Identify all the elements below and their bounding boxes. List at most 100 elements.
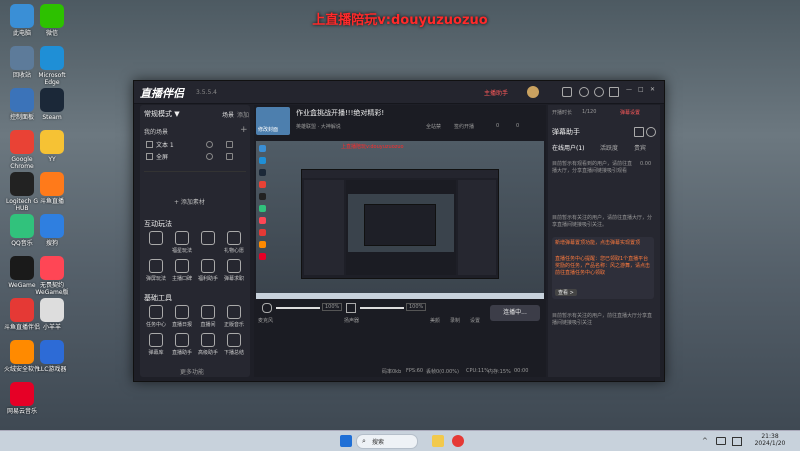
stream-title[interactable]: 作业盒挑战开播!!!绝对精彩!	[296, 108, 384, 118]
desktop-icon[interactable]: 网易云音乐	[2, 382, 42, 415]
tool-label: 正版音乐	[223, 322, 244, 328]
interactive-title: 互动玩法	[144, 220, 172, 228]
tool-item[interactable]	[196, 231, 220, 247]
network-icon[interactable]	[716, 437, 726, 445]
tool-item[interactable]: 直播间	[196, 305, 220, 328]
add-source-button[interactable]: + 添加素材	[174, 197, 205, 206]
mic-value[interactable]: 100%	[322, 303, 343, 311]
scene-item[interactable]: 全屏	[144, 151, 246, 161]
windows-start-icon[interactable]	[340, 435, 352, 447]
tool-item[interactable]: 福利助手	[196, 259, 220, 282]
mute-all[interactable]: 全站禁	[426, 123, 441, 130]
maximize-button[interactable]: □	[638, 86, 644, 93]
desktop-icon[interactable]: 搜狗	[32, 214, 72, 247]
notice-view-button[interactable]: 查看 >	[555, 289, 577, 296]
tool-item[interactable]: 正版音乐	[222, 305, 246, 328]
tool-item[interactable]: 主播口碑	[170, 259, 194, 282]
minimize-button[interactable]: —	[626, 86, 632, 93]
scene-checkbox-icon[interactable]	[146, 141, 153, 148]
tool-item[interactable]	[144, 231, 168, 247]
tool-item[interactable]: 任务中心	[144, 305, 168, 328]
refresh-icon[interactable]	[646, 127, 656, 137]
close-button[interactable]: ✕	[650, 86, 655, 93]
tool-label: 弹幕库	[148, 350, 164, 356]
basic-tools-title: 基础工具	[144, 294, 172, 302]
tool-label: 高级助手	[197, 350, 218, 356]
preview-taskbar	[256, 293, 544, 299]
signed-live[interactable]: 签约开播	[454, 123, 474, 130]
desktop-icon[interactable]: 微信	[32, 4, 72, 37]
stream-preview[interactable]: 上直播陪玩v:douyuzuozuo	[256, 141, 544, 299]
tool-item[interactable]: 弹幕求职	[222, 259, 246, 282]
desktop-icon[interactable]: 斗鱼直播	[32, 172, 72, 205]
desktop-icon[interactable]: YY	[32, 130, 72, 163]
tray-chevron-icon[interactable]: ^	[702, 437, 708, 445]
clock[interactable]: 21:38 2024/1/20	[752, 433, 788, 447]
desktop-icon[interactable]: 无畏契约 WeGame版	[32, 256, 72, 296]
llc-icon	[40, 340, 64, 364]
settings-button[interactable]: 设置	[470, 317, 480, 324]
tool-item[interactable]: 福星玩法	[170, 231, 194, 254]
scene-lock-icon[interactable]	[226, 153, 233, 160]
file-explorer-icon[interactable]	[432, 435, 444, 447]
record-button[interactable]: 录制	[450, 317, 460, 324]
danmaku-tab[interactable]: 贵宾	[634, 143, 646, 152]
danmaku-tab[interactable]: 活跃度	[600, 143, 618, 152]
danmaku-settings[interactable]: 弹幕设置	[620, 109, 640, 116]
notice-body: 直播任务中心提醒：您已领取1个直播平台奖励的任务，产品名称：风之游舞，请点击前往…	[555, 256, 651, 276]
tool-label: 直播助手	[171, 350, 192, 356]
volume-icon[interactable]	[732, 437, 742, 446]
tool-item[interactable]: 弹屏玩法	[144, 259, 168, 282]
avatar[interactable]	[527, 86, 539, 98]
scene-checkbox-icon[interactable]	[146, 153, 153, 160]
danmaku-tab[interactable]: 在线用户(1)	[552, 143, 585, 152]
add-scene-icon[interactable]: +	[240, 125, 248, 135]
microphone-icon[interactable]	[262, 303, 272, 313]
scene-item[interactable]: 文本 1	[144, 139, 246, 149]
desktop-icon[interactable]: 小羊羊	[32, 298, 72, 331]
speaker-value[interactable]: 100%	[406, 303, 427, 311]
logitech-icon	[10, 172, 34, 196]
cover-thumbnail[interactable]: 修改封面	[256, 107, 290, 135]
taskbar-search[interactable]: ⌕ 搜索	[356, 434, 418, 449]
notice-card: 新增弹幕置顶功能，点击弹幕实现置顶 直播任务中心提醒：您已领取1个直播平台奖励的…	[552, 237, 654, 299]
desktop-icon-label: 斗鱼直播	[39, 198, 64, 205]
mode-select[interactable]: 常规模式 ▼	[144, 109, 180, 119]
more-functions[interactable]: 更多功能	[180, 367, 204, 376]
scene-lock-icon[interactable]	[226, 141, 233, 148]
speaker-icon[interactable]	[346, 303, 356, 313]
filter-icon[interactable]	[634, 127, 644, 137]
tool-item[interactable]: 直播日报	[170, 305, 194, 328]
tool-item[interactable]: 直播助手	[170, 333, 194, 356]
desktop-icon[interactable]: Microsoft Edge	[32, 46, 72, 86]
assistant-tip[interactable]: 主播助手	[484, 88, 508, 97]
tab-scene[interactable]: 场景	[222, 110, 234, 119]
live-status-button[interactable]: 连播中...	[490, 305, 540, 321]
scene-visibility-icon[interactable]	[206, 141, 213, 148]
speaker-slider[interactable]	[360, 307, 404, 309]
beauty-button[interactable]: 美颜	[430, 317, 440, 324]
app-logo: 直播伴侣	[140, 87, 184, 100]
watermark-text: 上直播陪玩v:douyuzuozuo	[312, 13, 488, 28]
tab-source[interactable]: 添加	[237, 110, 249, 119]
right-panel: 开播时长 1/120 弹幕设置 弹幕助手 在线用户(1) 活跃度 贵宾 目前暂示有观…	[548, 105, 660, 377]
headset-icon[interactable]	[579, 87, 589, 97]
tool-item[interactable]: 下播总结	[222, 333, 246, 356]
tool-item[interactable]: 弹幕库	[144, 333, 168, 356]
message-icon[interactable]	[562, 87, 572, 97]
douyu-taskbar-icon[interactable]	[452, 435, 464, 447]
stream-category[interactable]: 英雄联盟 · 大神解说	[296, 123, 341, 130]
clock-time: 21:38	[761, 433, 779, 440]
help-icon[interactable]	[594, 87, 604, 97]
mic-slider[interactable]	[276, 307, 320, 309]
tool-item[interactable]: 礼物心愿	[222, 231, 246, 254]
desktop-icon[interactable]: Steam	[32, 88, 72, 121]
scene-visibility-icon[interactable]	[206, 153, 213, 160]
desktop-icon[interactable]: LLC游戏器	[32, 340, 72, 373]
doc-icon	[40, 298, 64, 322]
tool-item[interactable]: 高级助手	[196, 333, 220, 356]
preview-nested-window	[301, 169, 499, 279]
skin-icon[interactable]	[609, 87, 619, 97]
desktop-icon-label: 搜狗	[45, 240, 58, 247]
follow-hint: 目前暂示有关注的用户，请前往直播大厅，分享直播间链接吸引关注。	[552, 215, 653, 228]
